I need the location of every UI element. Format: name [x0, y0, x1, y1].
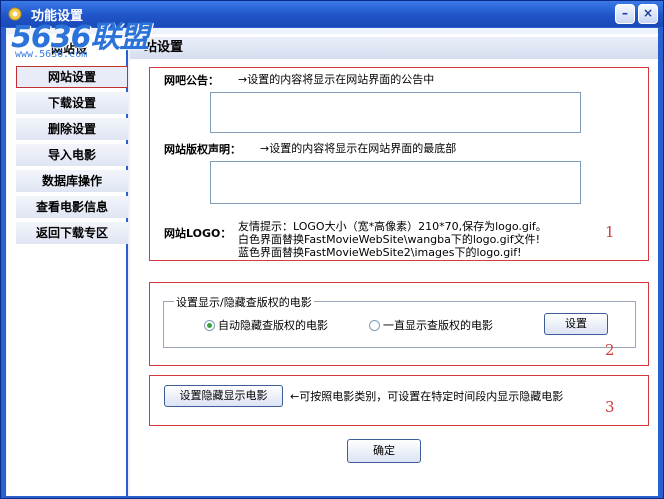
- logo-tip-3: 蓝色界面替换FastMovieWebSite2\images下的logo.gif…: [238, 246, 522, 259]
- sidebar-item-database[interactable]: 数据库操作: [16, 170, 128, 192]
- section-hide-movies: 设置隐藏显示电影 ←可按照电影类别，可设置在特定时间段内显示隐藏电影 3: [149, 375, 649, 426]
- page-title: 站设置: [130, 37, 658, 59]
- close-icon: ×: [642, 6, 654, 20]
- sidebar-item-website-settings[interactable]: 网站设置: [16, 66, 128, 88]
- set-hidden-movies-button[interactable]: 设置隐藏显示电影: [164, 385, 283, 407]
- main-panel: 站设置 网吧公告： →设置的内容将显示在网站界面的公告中 网站版权声明： →设置…: [130, 34, 658, 496]
- sidebar: 网站设 网站设置 下载设置 删除设置 导入电影 数据库操作 查看电影信息 返回下…: [7, 34, 128, 496]
- hide-movies-hint: ←可按照电影类别，可设置在特定时间段内显示隐藏电影: [290, 390, 564, 403]
- copyright-textarea[interactable]: [210, 161, 581, 204]
- watermark-text: 联盟: [90, 20, 150, 55]
- page-title-text: 站设置: [144, 40, 184, 55]
- notice-label: 网吧公告：: [164, 74, 219, 87]
- set-button[interactable]: 设置: [544, 313, 608, 335]
- section-number-1: 1: [605, 223, 615, 241]
- radio-auto-hide[interactable]: 自动隐藏查版权的电影: [204, 317, 328, 333]
- radio-always-show-label: 一直显示查版权的电影: [383, 319, 493, 332]
- minimize-button[interactable]: –: [615, 4, 635, 24]
- notice-textarea[interactable]: [210, 92, 581, 133]
- sidebar-item-download-settings[interactable]: 下载设置: [16, 92, 128, 114]
- sidebar-item-back-download[interactable]: 返回下载专区: [16, 222, 128, 244]
- radio-always-show[interactable]: 一直显示查版权的电影: [369, 317, 493, 333]
- section-number-3: 3: [605, 398, 615, 416]
- copyright-movies-group: 设置显示/隐藏查版权的电影 自动隐藏查版权的电影 一直显示查版权的电影 设置: [163, 294, 636, 348]
- minimize-icon: –: [622, 6, 628, 20]
- close-button[interactable]: ×: [638, 4, 658, 24]
- group-title: 设置显示/隐藏查版权的电影: [174, 294, 314, 310]
- sidebar-item-import-movies[interactable]: 导入电影: [16, 144, 128, 166]
- sidebar-item-movie-info[interactable]: 查看电影信息: [16, 196, 128, 218]
- notice-hint: →设置的内容将显示在网站界面的公告中: [238, 73, 435, 86]
- app-window: 功能设置 – × 网站设 网站设置 下载设置 删除设置 导入电影 数据库操作 查…: [0, 0, 664, 499]
- section-number-2: 2: [605, 341, 615, 359]
- sidebar-nav: 网站设置 下载设置 删除设置 导入电影 数据库操作 查看电影信息 返回下载专区: [16, 66, 128, 248]
- radio-auto-hide-label: 自动隐藏查版权的电影: [218, 319, 328, 332]
- copyright-label: 网站版权声明：: [164, 143, 241, 156]
- watermark-logo: 5636联盟 www.5636.com: [11, 20, 150, 61]
- logo-label: 网站LOGO：: [164, 227, 232, 240]
- ok-button[interactable]: 确定: [347, 439, 421, 463]
- copyright-hint: →设置的内容将显示在网站界面的最底部: [260, 142, 457, 155]
- radio-selected-icon: [204, 320, 215, 331]
- section-copyright-movies: 设置显示/隐藏查版权的电影 自动隐藏查版权的电影 一直显示查版权的电影 设置 2: [149, 282, 649, 366]
- radio-unselected-icon: [369, 320, 380, 331]
- sidebar-item-delete-settings[interactable]: 删除设置: [16, 118, 128, 140]
- section-site-info: 网吧公告： →设置的内容将显示在网站界面的公告中 网站版权声明： →设置的内容将…: [149, 67, 649, 261]
